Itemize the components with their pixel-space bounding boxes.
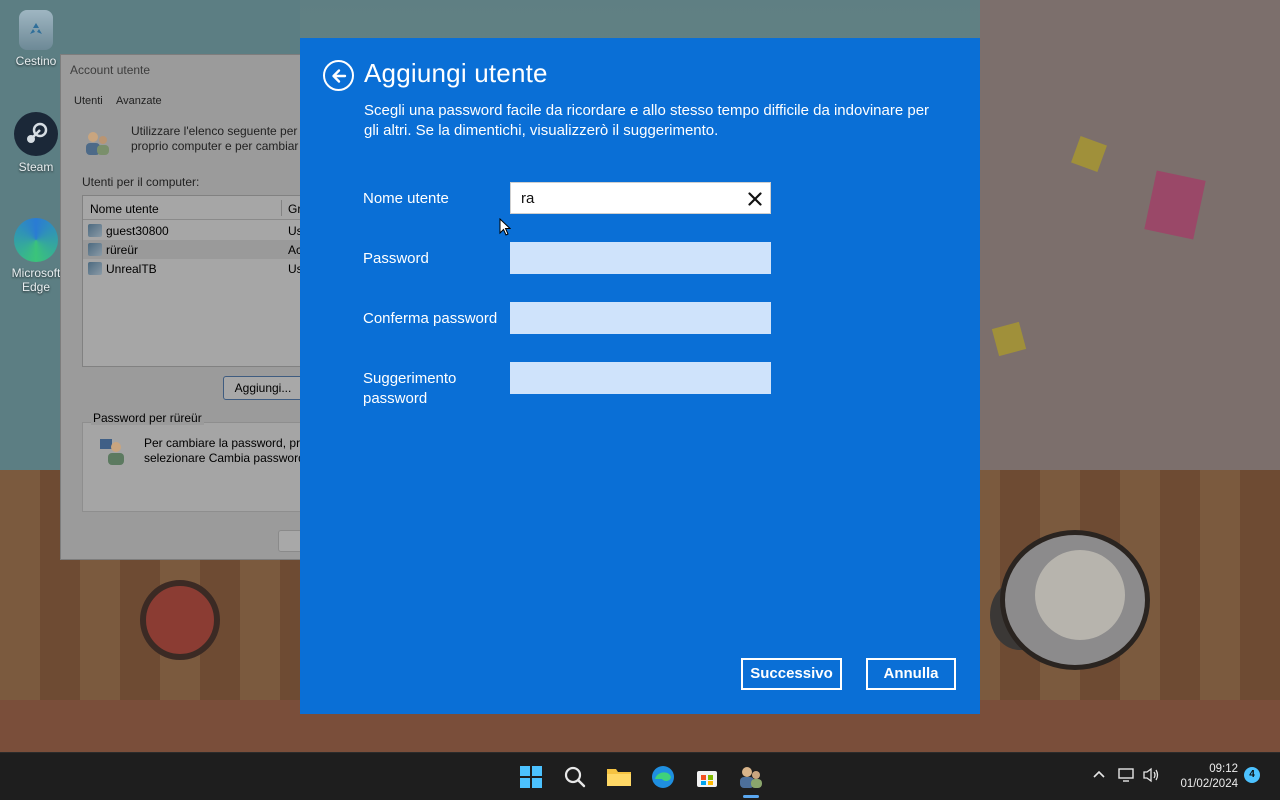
intro-text: Utilizzare l'elenco seguente per c propr… <box>131 124 307 154</box>
user-name: UnrealTB <box>106 262 157 276</box>
password-group-title: Password per rüreür <box>91 411 204 425</box>
list-item[interactable]: UnrealTB Us <box>83 259 309 278</box>
confirm-password-label: Conferma password <box>363 310 498 327</box>
list-item[interactable]: rüreür Ac <box>83 240 309 259</box>
column-separator[interactable] <box>281 200 282 216</box>
users-list[interactable]: Nome utente Gr guest30800 Us rüreür Ac U… <box>82 195 310 367</box>
taskbar: 09:12 01/02/2024 <box>0 752 1280 800</box>
close-icon <box>748 192 762 206</box>
intro-line: proprio computer e per cambiar <box>131 139 299 153</box>
list-header: Nome utente Gr <box>83 196 309 220</box>
recycle-bin-icon <box>19 10 53 50</box>
active-app-indicator <box>743 795 759 798</box>
file-explorer-icon[interactable] <box>606 764 632 790</box>
dialog-description: Scegli una password facile da ricordare … <box>364 102 930 139</box>
password-info-line: selezionare Cambia password <box>144 451 305 465</box>
search-icon[interactable] <box>562 764 588 790</box>
account-window-content: Utilizzare l'elenco seguente per c propr… <box>60 54 310 560</box>
clock-date: 01/02/2024 <box>1180 778 1238 790</box>
arrow-left-icon <box>331 68 346 83</box>
wallpaper-region <box>980 0 1280 470</box>
wallpaper-shape <box>140 580 220 660</box>
volume-icon[interactable] <box>1143 767 1161 786</box>
password-input[interactable] <box>510 242 771 274</box>
back-button[interactable] <box>323 60 354 91</box>
user-name: rüreür <box>106 243 139 257</box>
network-icon[interactable] <box>1118 767 1136 786</box>
add-user-button[interactable]: Aggiungi... <box>223 376 303 400</box>
username-input[interactable] <box>510 182 771 214</box>
edge-icon[interactable] <box>650 764 676 790</box>
notification-badge[interactable]: 4 <box>1244 767 1260 783</box>
mouse-cursor-icon <box>499 217 512 236</box>
chevron-up-icon[interactable] <box>1092 767 1106 784</box>
user-icon <box>88 243 102 256</box>
clock-time: 09:12 <box>1209 763 1238 775</box>
password-info-line: Per cambiare la password, pre <box>144 436 307 450</box>
start-icon[interactable] <box>518 764 544 790</box>
dialog-title: Aggiungi utente <box>364 58 548 88</box>
user-icon <box>88 262 102 275</box>
add-user-dialog: Aggiungi utente Scegli una password faci… <box>300 38 980 714</box>
clock[interactable]: 09:12 01/02/2024 <box>1168 762 1238 792</box>
username-label: Nome utente <box>363 190 449 207</box>
password-label: Password <box>363 250 429 267</box>
list-item[interactable]: guest30800 Us <box>83 221 309 240</box>
user-name: guest30800 <box>106 224 169 238</box>
confirm-password-input[interactable] <box>510 302 771 334</box>
steam-icon <box>14 112 58 156</box>
intro-line: Utilizzare l'elenco seguente per c <box>131 124 307 138</box>
edge-icon <box>14 218 58 262</box>
next-button[interactable]: Successivo <box>741 658 842 690</box>
cancel-button[interactable]: Annulla <box>866 658 956 690</box>
wallpaper-shape <box>1035 550 1125 640</box>
users-icon <box>82 128 112 158</box>
users-list-label: Utenti per il computer: <box>82 175 200 189</box>
password-hint-input[interactable] <box>510 362 771 394</box>
user-icon <box>88 224 102 237</box>
password-hint-label: Suggerimento password <box>363 370 457 407</box>
user-password-icon <box>98 436 128 466</box>
store-icon[interactable] <box>694 764 720 790</box>
clear-input-button[interactable] <box>744 188 766 210</box>
password-info-text: Per cambiare la password, pre selezionar… <box>144 436 307 466</box>
column-header-username[interactable]: Nome utente <box>90 202 159 216</box>
user-accounts-icon[interactable] <box>738 764 764 790</box>
